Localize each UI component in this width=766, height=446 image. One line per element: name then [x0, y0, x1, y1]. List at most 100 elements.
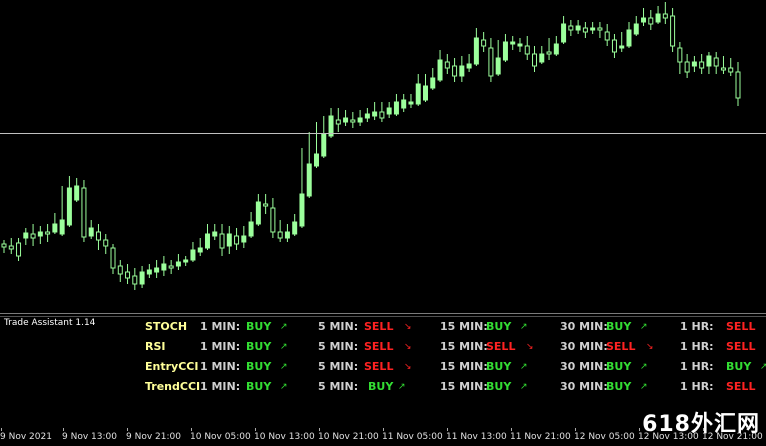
candle: [45, 224, 51, 242]
candle: [684, 54, 690, 78]
sell-arrow-icon: ↘: [404, 362, 412, 372]
signal-value: SELL: [726, 340, 756, 353]
candle-body: [168, 265, 174, 269]
candle: [175, 254, 181, 270]
candle-body: [452, 65, 458, 77]
candle: [575, 20, 581, 34]
time-axis-label: 10 Nov 05:00: [190, 432, 251, 442]
signal-value: BUY: [246, 340, 272, 353]
candle-body: [386, 107, 392, 115]
candle-body: [321, 133, 327, 157]
candle: [132, 268, 138, 290]
candle-body: [691, 61, 697, 67]
candle-body: [204, 233, 210, 249]
candle-body: [699, 61, 705, 69]
candle: [204, 224, 210, 250]
candle-body: [539, 53, 545, 63]
candle-body: [524, 45, 530, 55]
candle: [415, 74, 421, 106]
candle: [168, 260, 174, 274]
candle: [466, 54, 472, 72]
candle-body: [226, 233, 232, 247]
buy-arrow-icon: ↗: [280, 342, 288, 352]
candle: [641, 8, 647, 26]
candle: [8, 238, 14, 254]
timeframe-label: 1 MIN:: [200, 340, 241, 353]
candle-body: [66, 187, 72, 226]
buy-arrow-icon: ↗: [640, 362, 648, 372]
candle-body: [59, 219, 65, 235]
candle: [30, 224, 36, 246]
candle: [502, 34, 508, 62]
time-axis-label: 9 Nov 2021: [0, 432, 52, 442]
candle: [117, 260, 123, 282]
candle: [713, 52, 719, 74]
signal-value: SELL: [606, 340, 636, 353]
candle-body: [277, 231, 283, 239]
candle-body: [641, 17, 647, 23]
sell-arrow-icon: ↘: [404, 342, 412, 352]
candle-body: [306, 163, 312, 197]
candle: [59, 186, 65, 236]
candle-body: [343, 117, 349, 123]
timeframe-label: 5 MIN:: [318, 360, 359, 373]
candle: [524, 36, 530, 60]
candle: [219, 224, 225, 256]
candle-body: [655, 13, 661, 23]
signal-value: BUY: [486, 380, 512, 393]
candle: [190, 242, 196, 262]
candle: [430, 68, 436, 90]
candle: [590, 22, 596, 34]
signal-value: BUY: [246, 360, 272, 373]
candle: [720, 56, 726, 74]
candle: [379, 102, 385, 122]
candle: [662, 2, 668, 24]
candle: [691, 56, 697, 72]
indicator-name: TrendCCI: [145, 380, 201, 393]
candle-body: [553, 43, 559, 55]
candle-body: [161, 263, 167, 271]
candle: [408, 94, 414, 108]
candle-body: [212, 231, 218, 237]
buy-arrow-icon: ↗: [640, 382, 648, 392]
candle: [386, 102, 392, 118]
candle-body: [488, 47, 494, 77]
timeframe-label: 30 MIN:: [560, 360, 608, 373]
candle: [146, 264, 152, 278]
timeframe-label: 1 HR:: [680, 340, 714, 353]
candle-body: [706, 55, 712, 67]
candle-body: [590, 27, 596, 31]
time-axis-label: 9 Nov 21:00: [126, 432, 181, 442]
time-axis-tick: [511, 428, 512, 431]
candle-body: [117, 265, 123, 275]
candle-body: [393, 101, 399, 115]
candle-body: [30, 233, 36, 239]
candle: [553, 36, 559, 56]
time-axis-tick: [1, 428, 2, 431]
sell-arrow-icon: ↘: [404, 322, 412, 332]
candle-body: [284, 231, 290, 239]
signal-value: BUY: [246, 380, 272, 393]
candle-body: [1, 243, 7, 248]
candle: [299, 148, 305, 228]
signal-value: BUY: [726, 360, 752, 373]
time-axis-label: 11 Nov 13:00: [446, 432, 507, 442]
candle-body: [74, 185, 80, 201]
candle-body: [299, 193, 305, 227]
candle-body: [459, 65, 465, 77]
candle-body: [582, 27, 588, 33]
time-axis-label: 9 Nov 13:00: [62, 432, 117, 442]
candle-body: [473, 37, 479, 65]
candle-body: [510, 41, 516, 45]
candle: [568, 20, 574, 36]
candle-body: [532, 53, 538, 67]
watermark-logo: 618外汇网: [642, 412, 760, 437]
timeframe-label: 1 MIN:: [200, 380, 241, 393]
candle: [183, 256, 189, 266]
candle-body: [568, 25, 574, 31]
price-chart[interactable]: [0, 0, 766, 312]
candle-body: [575, 25, 581, 31]
signal-value: SELL: [486, 340, 516, 353]
candle-body: [364, 113, 370, 119]
sell-arrow-icon: ↘: [646, 342, 654, 352]
